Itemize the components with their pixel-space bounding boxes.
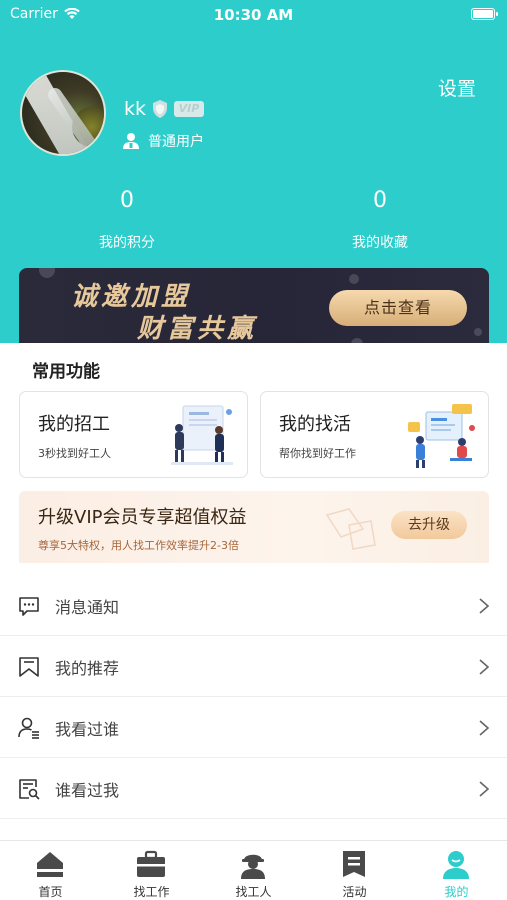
tab-label: 找工人	[235, 885, 272, 899]
section-title: 常用功能	[32, 362, 100, 382]
join-banner[interactable]: 诚邀加盟 财富共赢 点击查看	[19, 268, 489, 348]
menu-item-viewed-by-me[interactable]: 我看过谁	[0, 697, 507, 758]
vip-upgrade-card[interactable]: 升级VIP会员专享超值权益 尊享5大特权，用人找工作效率提升2-3倍 去升级	[19, 491, 489, 563]
menu-label: 消息通知	[55, 598, 120, 617]
briefcase-icon	[137, 850, 165, 877]
battery-icon	[471, 8, 498, 20]
menu-item-who-viewed-me[interactable]: 谁看过我	[0, 758, 507, 819]
menu-item-recommendations[interactable]: 我的推荐	[0, 636, 507, 697]
user-list-icon	[18, 717, 39, 739]
chevron-right-icon	[479, 598, 490, 614]
favorites-stat[interactable]: 0 我的收藏	[300, 188, 460, 252]
tab-home[interactable]: 首页	[0, 841, 101, 900]
message-icon	[19, 597, 39, 616]
tab-label: 首页	[38, 885, 63, 899]
tab-find-worker[interactable]: 找工人	[203, 841, 304, 900]
my-job-search-card[interactable]: 我的找活 帮你找到好工作	[260, 391, 489, 478]
chevron-right-icon	[479, 659, 490, 675]
tab-bar: 首页 找工作 找工人 活动 我的	[0, 840, 507, 900]
card-subtitle: 3秒找到好工人	[38, 447, 111, 460]
vip-title: 升级VIP会员专享超值权益	[38, 507, 247, 528]
user-badge-icon	[123, 133, 139, 149]
recruit-illustration-icon	[171, 405, 233, 465]
points-stat[interactable]: 0 我的积分	[47, 188, 207, 252]
my-recruit-card[interactable]: 我的招工 3秒找到好工人	[19, 391, 248, 478]
menu-label: 我的推荐	[55, 659, 120, 678]
tab-activity[interactable]: 活动	[304, 841, 405, 900]
menu-item-notifications[interactable]: 消息通知	[0, 575, 507, 636]
points-label: 我的积分	[99, 235, 155, 251]
tab-label: 找工作	[133, 885, 170, 899]
worker-icon	[241, 854, 265, 879]
tab-label: 我的	[444, 885, 469, 899]
home-icon	[37, 852, 63, 877]
tab-label: 活动	[342, 885, 367, 899]
chevron-right-icon	[479, 781, 490, 797]
vip-badge: VIP	[174, 101, 204, 117]
banner-cta-button[interactable]: 点击查看	[329, 290, 467, 326]
favorites-label: 我的收藏	[352, 235, 408, 251]
settings-button[interactable]: 设置	[438, 74, 476, 101]
search-doc-icon	[19, 779, 40, 800]
user-type: 普通用户	[122, 131, 204, 151]
status-bar: Carrier 10:30 AM	[0, 0, 507, 30]
vip-decoration-icon	[325, 508, 376, 550]
vip-subtitle: 尊享5大特权，用人找工作效率提升2-3倍	[38, 539, 239, 552]
content-panel: 常用功能 我的招工 3秒找到好工人 我的找活 帮你找到好工作 升级VIP会员专享…	[0, 343, 507, 840]
banner-line2: 财富共赢	[137, 314, 258, 344]
card-title: 我的找活	[279, 414, 351, 435]
profile-icon	[443, 851, 469, 879]
avatar[interactable]	[20, 70, 106, 156]
menu-label: 我看过谁	[55, 720, 120, 739]
tab-find-job[interactable]: 找工作	[101, 841, 202, 900]
activity-icon	[343, 851, 365, 877]
card-subtitle: 帮你找到好工作	[279, 447, 356, 460]
points-value: 0	[120, 188, 134, 213]
upgrade-button[interactable]: 去升级	[391, 511, 467, 539]
bookmark-icon	[19, 657, 39, 677]
user-type-label: 普通用户	[148, 134, 204, 150]
status-time: 10:30 AM	[213, 6, 294, 24]
chevron-right-icon	[479, 720, 490, 736]
card-title: 我的招工	[38, 414, 110, 435]
shield-icon	[153, 100, 167, 118]
username: kk	[124, 98, 147, 120]
menu-label: 谁看过我	[55, 781, 120, 800]
tab-my-profile[interactable]: 我的	[406, 841, 507, 900]
job-search-illustration-icon	[408, 404, 475, 468]
favorites-value: 0	[373, 188, 387, 213]
